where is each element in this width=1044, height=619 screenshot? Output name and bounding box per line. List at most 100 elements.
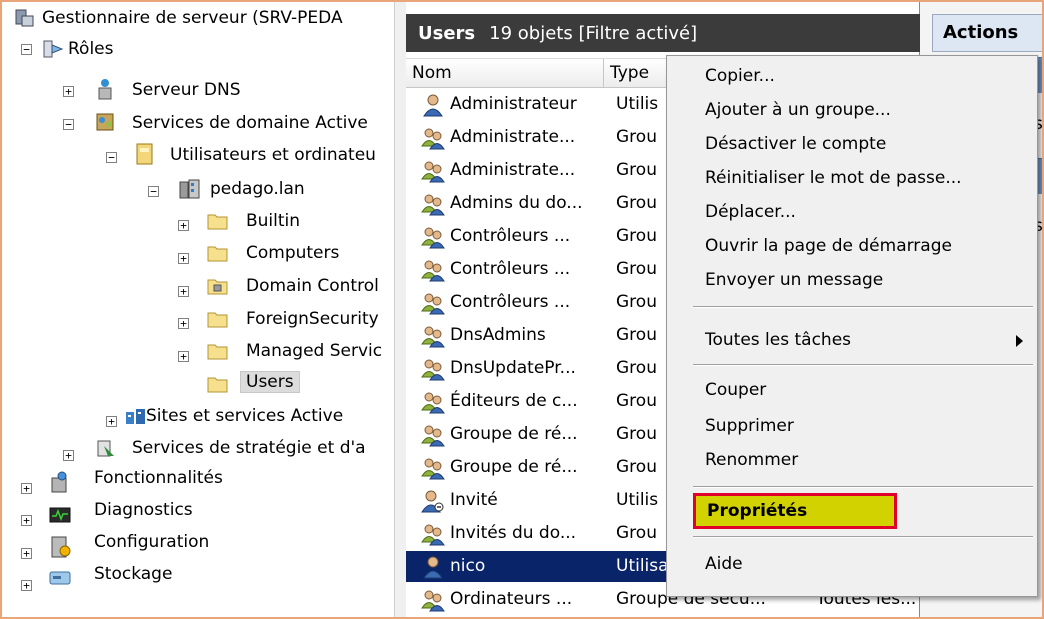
row-name: Groupe de ré... xyxy=(450,457,578,477)
row-name: nico xyxy=(450,556,486,576)
storage-icon xyxy=(48,566,71,586)
collapse-icon[interactable]: − xyxy=(148,186,159,197)
row-name: Contrôleurs ... xyxy=(450,292,571,312)
collapse-icon[interactable]: − xyxy=(21,44,32,55)
menu-item-send-mail[interactable]: Envoyer un message xyxy=(667,264,1037,296)
menu-separator xyxy=(693,364,1033,366)
server-manager-icon xyxy=(14,8,34,28)
menu-item-help[interactable]: Aide xyxy=(667,548,1037,580)
group-icon xyxy=(420,159,446,183)
tree-builtin[interactable]: Builtin xyxy=(246,211,300,231)
policy-services-icon xyxy=(94,438,114,458)
group-icon xyxy=(420,357,446,381)
column-header-name[interactable]: Nom xyxy=(406,59,604,88)
expand-icon[interactable]: + xyxy=(178,286,189,297)
ou-icon xyxy=(206,275,228,295)
tree-dns-server[interactable]: Serveur DNS xyxy=(132,80,241,100)
menu-item-properties-label: Propriétés xyxy=(707,501,808,521)
expand-icon[interactable]: + xyxy=(21,515,32,526)
results-title-bar: Users 19 objets [Filtre activé] xyxy=(406,14,920,52)
aduc-icon xyxy=(134,142,154,165)
group-icon xyxy=(420,126,446,150)
tree-foreign-security[interactable]: ForeignSecurity xyxy=(246,309,379,329)
row-name: Contrôleurs ... xyxy=(450,259,571,279)
expand-icon[interactable]: + xyxy=(178,220,189,231)
menu-item-copy[interactable]: Copier... xyxy=(667,60,1037,92)
group-icon xyxy=(420,390,446,414)
menu-item-properties[interactable]: Propriétés xyxy=(693,493,897,529)
tree-sites-services[interactable]: Sites et services Active xyxy=(146,406,343,426)
row-name: Contrôleurs ... xyxy=(450,226,571,246)
menu-item-delete[interactable]: Supprimer xyxy=(667,410,1037,442)
dns-server-icon xyxy=(94,78,114,100)
ad-ds-icon xyxy=(94,110,114,131)
results-count: 19 objets [Filtre activé] xyxy=(489,22,698,44)
menu-item-move[interactable]: Déplacer... xyxy=(667,196,1037,228)
tree-users-computers[interactable]: Utilisateurs et ordinateu xyxy=(170,145,376,165)
tree-domain-controllers[interactable]: Domain Control xyxy=(246,276,379,296)
disabled-user-icon xyxy=(420,489,446,513)
expand-icon[interactable]: + xyxy=(63,450,74,461)
tree-diagnostics[interactable]: Diagnostics xyxy=(94,500,193,520)
menu-item-cut[interactable]: Couper xyxy=(667,374,1037,406)
group-icon xyxy=(420,423,446,447)
results-title: Users xyxy=(418,22,476,44)
row-name: DnsUpdatePr... xyxy=(450,358,576,378)
tree-users-selected[interactable]: Users xyxy=(240,371,300,393)
menu-item-open-home-page[interactable]: Ouvrir la page de démarrage xyxy=(667,230,1037,262)
menu-separator xyxy=(693,306,1033,308)
folder-icon xyxy=(206,340,228,360)
tree-configuration[interactable]: Configuration xyxy=(94,532,209,552)
group-icon xyxy=(420,258,446,282)
tree-computers[interactable]: Computers xyxy=(246,243,339,263)
context-menu: Copier... Ajouter à un groupe... Désacti… xyxy=(666,55,1038,597)
console-tree: Gestionnaire de serveur (SRV-PEDA − Rôle… xyxy=(2,2,394,617)
row-name: Admins du do... xyxy=(450,193,583,213)
group-icon xyxy=(420,192,446,216)
expand-icon[interactable]: + xyxy=(106,416,117,427)
features-icon xyxy=(48,470,68,493)
tree-features[interactable]: Fonctionnalités xyxy=(94,468,223,488)
group-icon xyxy=(420,291,446,315)
user-icon xyxy=(420,555,446,579)
row-name: Groupe de ré... xyxy=(450,424,578,444)
collapse-icon[interactable]: − xyxy=(106,152,117,163)
tree-storage[interactable]: Stockage xyxy=(94,564,172,584)
pane-splitter[interactable] xyxy=(394,2,406,617)
folder-icon xyxy=(206,210,228,230)
tree-root-server-manager[interactable]: Gestionnaire de serveur (SRV-PEDA xyxy=(42,8,343,28)
sites-icon xyxy=(124,406,145,426)
configuration-icon xyxy=(48,535,71,558)
row-name: Administrate... xyxy=(450,160,576,180)
expand-icon[interactable]: + xyxy=(178,318,189,329)
collapse-icon[interactable]: − xyxy=(63,119,74,130)
group-icon xyxy=(420,324,446,348)
expand-icon[interactable]: + xyxy=(63,86,74,97)
menu-separator xyxy=(693,486,1033,488)
tree-managed-service[interactable]: Managed Servic xyxy=(246,341,382,361)
tree-roles[interactable]: Rôles xyxy=(68,39,114,59)
expand-icon[interactable]: + xyxy=(21,548,32,559)
row-name: Invités du do... xyxy=(450,523,577,543)
menu-item-add-to-group[interactable]: Ajouter à un groupe... xyxy=(667,94,1037,126)
expand-icon[interactable]: + xyxy=(21,580,32,591)
menu-item-rename[interactable]: Renommer xyxy=(667,444,1037,476)
expand-icon[interactable]: + xyxy=(178,253,189,264)
tree-domain-pedago[interactable]: pedago.lan xyxy=(210,179,305,199)
row-name: Éditeurs de c... xyxy=(450,391,578,411)
actions-title: Actions xyxy=(932,14,1042,52)
row-name: Administrate... xyxy=(450,127,576,147)
menu-separator xyxy=(693,536,1033,538)
menu-item-disable-account[interactable]: Désactiver le compte xyxy=(667,128,1037,160)
tree-ad-domain-services[interactable]: Services de domaine Active xyxy=(132,113,368,133)
row-name: Administrateur xyxy=(450,94,577,114)
tree-policy-services[interactable]: Services de stratégie et d'a xyxy=(132,438,366,458)
menu-item-reset-password[interactable]: Réinitialiser le mot de passe... xyxy=(667,162,1037,194)
menu-item-all-tasks[interactable]: Toutes les tâches xyxy=(667,324,1037,356)
expand-icon[interactable]: + xyxy=(178,351,189,362)
folder-icon xyxy=(206,242,228,262)
row-name: Invité xyxy=(450,490,498,510)
submenu-arrow-icon xyxy=(1016,335,1023,347)
diagnostics-icon xyxy=(48,503,71,523)
expand-icon[interactable]: + xyxy=(21,483,32,494)
